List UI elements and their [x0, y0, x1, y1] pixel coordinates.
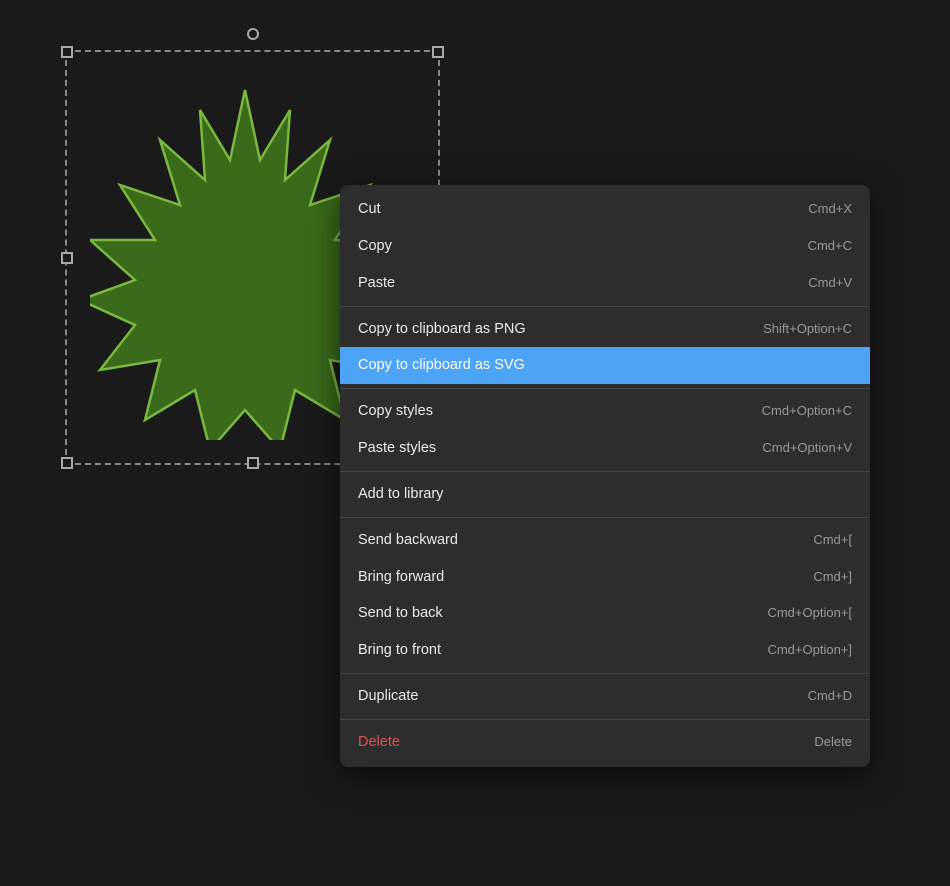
menu-item-shortcut-bring-front: Cmd+Option+] — [767, 642, 852, 659]
canvas-area: Cut Cmd+X Copy Cmd+C Paste Cmd+V Copy to clipb… — [0, 0, 950, 886]
menu-item-label-delete: Delete — [358, 733, 400, 752]
menu-divider-after-add-library — [340, 517, 870, 518]
menu-item-bring-forward[interactable]: Bring forward Cmd+] — [340, 559, 870, 596]
menu-item-paste-styles[interactable]: Paste styles Cmd+Option+V — [340, 430, 870, 467]
menu-item-label-add-library: Add to library — [358, 485, 443, 504]
menu-item-shortcut-cut: Cmd+X — [808, 201, 852, 218]
menu-item-label-copy-svg: Copy to clipboard as SVG — [358, 356, 525, 375]
menu-item-shortcut-copy: Cmd+C — [808, 238, 852, 255]
menu-item-label-paste-styles: Paste styles — [358, 439, 436, 458]
menu-item-shortcut-send-back: Cmd+Option+[ — [767, 605, 852, 622]
menu-item-delete[interactable]: Delete Delete — [340, 724, 870, 761]
handle-top-right[interactable] — [432, 46, 444, 58]
menu-item-add-library[interactable]: Add to library — [340, 476, 870, 513]
menu-item-label-send-back: Send to back — [358, 604, 443, 623]
context-menu: Cut Cmd+X Copy Cmd+C Paste Cmd+V Copy to clipb… — [340, 185, 870, 767]
menu-item-label-cut: Cut — [358, 200, 381, 219]
menu-item-label-bring-forward: Bring forward — [358, 568, 444, 587]
menu-divider-after-bring-front — [340, 673, 870, 674]
menu-item-label-send-backward: Send backward — [358, 531, 458, 550]
menu-item-paste[interactable]: Paste Cmd+V — [340, 265, 870, 302]
menu-item-label-copy-styles: Copy styles — [358, 402, 433, 421]
menu-item-shortcut-bring-forward: Cmd+] — [813, 569, 852, 586]
menu-item-shortcut-send-backward: Cmd+[ — [813, 532, 852, 549]
menu-divider-after-paste — [340, 306, 870, 307]
menu-item-shortcut-copy-png: Shift+Option+C — [763, 321, 852, 338]
handle-middle-left[interactable] — [61, 252, 73, 264]
menu-item-copy-styles[interactable]: Copy styles Cmd+Option+C — [340, 393, 870, 430]
menu-item-copy[interactable]: Copy Cmd+C — [340, 228, 870, 265]
handle-bottom-middle[interactable] — [247, 457, 259, 469]
menu-item-copy-svg[interactable]: Copy to clipboard as SVG — [340, 347, 870, 384]
menu-item-label-copy-png: Copy to clipboard as PNG — [358, 320, 526, 339]
menu-item-send-back[interactable]: Send to back Cmd+Option+[ — [340, 595, 870, 632]
menu-divider-after-copy-svg — [340, 388, 870, 389]
menu-item-send-backward[interactable]: Send backward Cmd+[ — [340, 522, 870, 559]
menu-item-duplicate[interactable]: Duplicate Cmd+D — [340, 678, 870, 715]
menu-item-label-bring-front: Bring to front — [358, 641, 441, 660]
menu-item-shortcut-paste-styles: Cmd+Option+V — [762, 440, 852, 457]
rotate-handle[interactable] — [247, 28, 259, 40]
handle-bottom-left[interactable] — [61, 457, 73, 469]
menu-item-shortcut-duplicate: Cmd+D — [808, 688, 852, 705]
menu-divider-after-duplicate — [340, 719, 870, 720]
menu-item-cut[interactable]: Cut Cmd+X — [340, 191, 870, 228]
menu-divider-after-paste-styles — [340, 471, 870, 472]
menu-item-shortcut-delete: Delete — [814, 734, 852, 751]
menu-item-shortcut-paste: Cmd+V — [808, 275, 852, 292]
menu-item-label-copy: Copy — [358, 237, 392, 256]
handle-top-left[interactable] — [61, 46, 73, 58]
menu-item-label-duplicate: Duplicate — [358, 687, 418, 706]
menu-item-copy-png[interactable]: Copy to clipboard as PNG Shift+Option+C — [340, 311, 870, 348]
menu-item-label-paste: Paste — [358, 274, 395, 293]
menu-item-shortcut-copy-styles: Cmd+Option+C — [762, 403, 852, 420]
menu-item-bring-front[interactable]: Bring to front Cmd+Option+] — [340, 632, 870, 669]
